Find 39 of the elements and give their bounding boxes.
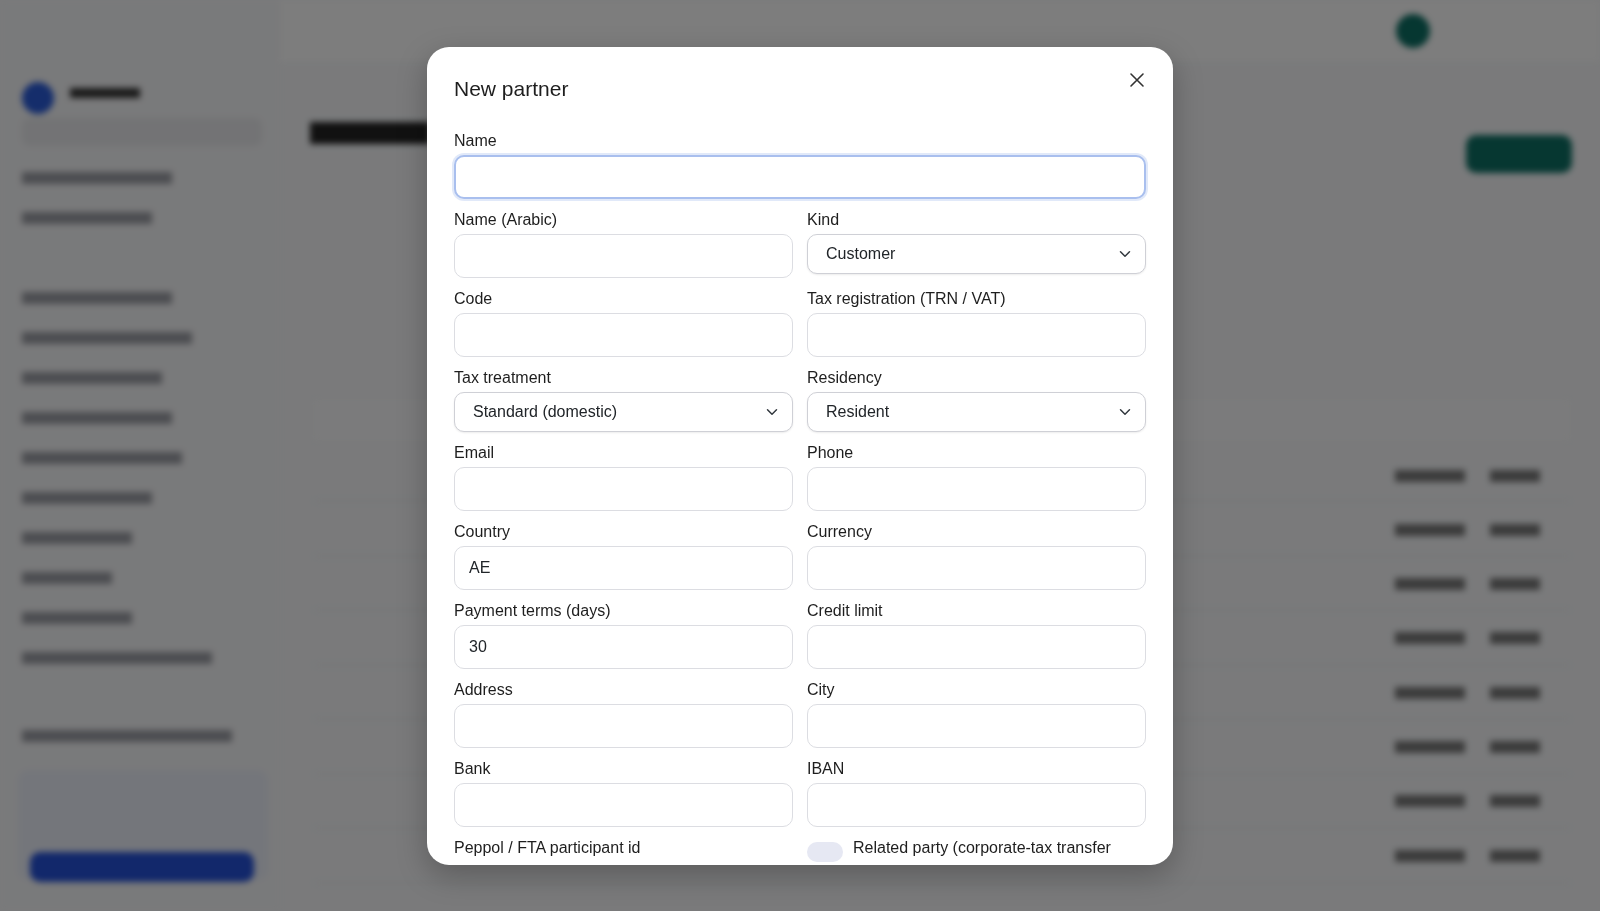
text-field[interactable]	[807, 625, 1146, 669]
dialog-title: New partner	[454, 76, 569, 102]
field-label: Tax treatment	[454, 368, 552, 388]
toggle-switch[interactable]	[807, 842, 843, 862]
field-label: Residency	[807, 368, 883, 388]
field-label: Name	[454, 131, 498, 151]
field-label: Tax registration (TRN / VAT)	[807, 289, 1007, 309]
field-label: Kind	[807, 210, 841, 230]
select-field[interactable]: Customer	[807, 234, 1146, 274]
text-field[interactable]	[807, 783, 1146, 827]
text-field[interactable]	[454, 155, 1146, 199]
field-label: Name (Arabic)	[454, 210, 559, 230]
text-field[interactable]	[807, 467, 1146, 511]
switch-label: Related party (corporate-tax transfer	[853, 838, 1111, 858]
close-icon	[1129, 72, 1145, 88]
text-field[interactable]	[454, 704, 793, 748]
text-field[interactable]	[454, 783, 793, 827]
field-label: Payment terms (days)	[454, 601, 612, 621]
text-field[interactable]	[454, 467, 793, 511]
field-label: Code	[454, 289, 494, 309]
text-field[interactable]	[807, 704, 1146, 748]
field-label: IBAN	[807, 759, 846, 779]
field-label: Credit limit	[807, 601, 884, 621]
text-field[interactable]	[454, 234, 793, 278]
text-field[interactable]	[807, 546, 1146, 590]
field-label: Peppol / FTA participant id	[454, 838, 642, 858]
select-field[interactable]: Standard (domestic)	[454, 392, 793, 432]
field-label: Currency	[807, 522, 873, 542]
field-label: City	[807, 680, 836, 700]
text-field[interactable]	[807, 313, 1146, 357]
text-field[interactable]: AE	[454, 546, 793, 590]
field-label: Bank	[454, 759, 492, 779]
field-label: Phone	[807, 443, 855, 463]
select-field[interactable]: Resident	[807, 392, 1146, 432]
field-label: Address	[454, 680, 514, 700]
field-label: Country	[454, 522, 512, 542]
text-field[interactable]	[454, 313, 793, 357]
text-field[interactable]: 30	[454, 625, 793, 669]
field-label: Email	[454, 443, 495, 463]
